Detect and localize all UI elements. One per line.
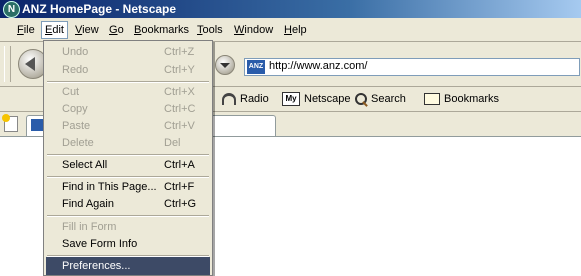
find-shortcut: Ctrl+F (164, 181, 195, 193)
radio-button[interactable]: Radio (222, 92, 269, 106)
undo-shortcut: Ctrl+Z (164, 46, 195, 58)
delete-label: Delete (62, 137, 94, 149)
find-again-label: Find Again (62, 198, 114, 210)
redo-label: Redo (62, 64, 89, 76)
copy-label: Copy (62, 103, 88, 115)
find-label: Find in This Page... (62, 181, 157, 193)
url-field[interactable]: ANZ http://www.anz.com/ (244, 58, 580, 76)
redo-shortcut: Ctrl+Y (164, 64, 195, 76)
site-icon: ANZ (247, 60, 265, 74)
menu-item-delete[interactable]: Delete Del (46, 134, 210, 152)
menu-bookmarks[interactable]: Bookmarks (131, 22, 192, 38)
menu-item-redo[interactable]: Redo Ctrl+Y (46, 61, 210, 79)
bookmarks-button[interactable]: Bookmarks (424, 92, 499, 106)
paste-label: Paste (62, 120, 91, 132)
menu-go[interactable]: Go (106, 22, 127, 38)
find-again-shortcut: Ctrl+G (164, 198, 197, 210)
menu-item-find[interactable]: Find in This Page... Ctrl+F (46, 178, 210, 196)
menu-item-find-again[interactable]: Find Again Ctrl+G (46, 195, 210, 213)
undo-label: Undo (62, 46, 89, 58)
search-button[interactable]: Search (355, 92, 406, 106)
radio-label: Radio (240, 93, 269, 105)
menu-file-mnemonic: F (17, 24, 24, 36)
menu-go-mnemonic: G (109, 24, 118, 36)
menu-window-mnemonic: W (234, 24, 245, 36)
my-netscape-icon: My (282, 92, 300, 107)
menu-help-rest: elp (291, 24, 307, 36)
headphones-icon (222, 93, 236, 106)
menu-file-rest: ile (23, 24, 35, 36)
netscape-button[interactable]: My Netscape (282, 92, 351, 107)
delete-shortcut: Del (164, 137, 181, 149)
chevron-down-icon (220, 63, 230, 68)
menu-item-select-all[interactable]: Select All Ctrl+A (46, 156, 210, 174)
netscape-logo-icon: N (3, 1, 20, 18)
preferences-label: Preferences... (62, 260, 131, 272)
history-dropdown-button[interactable] (215, 55, 235, 75)
menu-view[interactable]: View (72, 22, 102, 38)
folder-icon (424, 93, 440, 106)
url-text[interactable]: http://www.anz.com/ (269, 60, 367, 72)
toolbar-grip[interactable] (4, 46, 11, 82)
new-tab-icon[interactable] (2, 114, 18, 132)
menu-help-mnemonic: H (284, 24, 292, 36)
window-title: ANZ HomePage - Netscape (22, 2, 177, 16)
menu-bookmarks-rest: ookmarks (141, 24, 190, 36)
menu-item-undo[interactable]: Undo Ctrl+Z (46, 43, 210, 61)
menu-view-rest: iew (82, 24, 99, 36)
paste-shortcut: Ctrl+V (164, 120, 195, 132)
menu-tools[interactable]: Tools (194, 22, 226, 38)
edit-menu-dropdown: Undo Ctrl+Z Redo Ctrl+Y Cut Ctrl+X Copy … (43, 40, 213, 276)
cut-label: Cut (62, 86, 80, 98)
netscape-label: Netscape (304, 93, 351, 105)
search-icon (355, 93, 367, 106)
search-label: Search (371, 93, 406, 105)
copy-shortcut: Ctrl+C (164, 103, 196, 115)
menu-file[interactable]: File (14, 22, 38, 38)
menu-edit[interactable]: Edit (41, 21, 68, 39)
save-form-label: Save Form Info (62, 238, 138, 250)
menu-tools-rest: ools (202, 24, 223, 36)
select-all-shortcut: Ctrl+A (164, 159, 195, 171)
menu-item-copy[interactable]: Copy Ctrl+C (46, 100, 210, 118)
menu-item-save-form[interactable]: Save Form Info (46, 235, 210, 253)
bookmarks-label: Bookmarks (444, 93, 500, 105)
back-arrow-icon (25, 57, 35, 71)
menu-go-rest: o (117, 24, 124, 36)
menu-edit-rest: dit (52, 24, 64, 36)
title-bar: N ANZ HomePage - Netscape (0, 0, 581, 18)
menu-item-preferences[interactable]: Preferences... (46, 257, 210, 275)
menu-help[interactable]: Help (281, 22, 310, 38)
menu-bar: File Edit View Go Bookmarks Tools Window… (0, 18, 581, 42)
menu-separator (47, 215, 209, 217)
menu-window[interactable]: Window (231, 22, 276, 38)
menu-item-fill-form[interactable]: Fill in Form (46, 218, 210, 236)
menu-item-cut[interactable]: Cut Ctrl+X (46, 83, 210, 101)
cut-shortcut: Ctrl+X (164, 86, 195, 98)
select-all-label: Select All (62, 159, 108, 171)
menu-item-paste[interactable]: Paste Ctrl+V (46, 117, 210, 135)
menu-window-rest: indow (244, 24, 274, 36)
fill-form-label: Fill in Form (62, 221, 117, 233)
